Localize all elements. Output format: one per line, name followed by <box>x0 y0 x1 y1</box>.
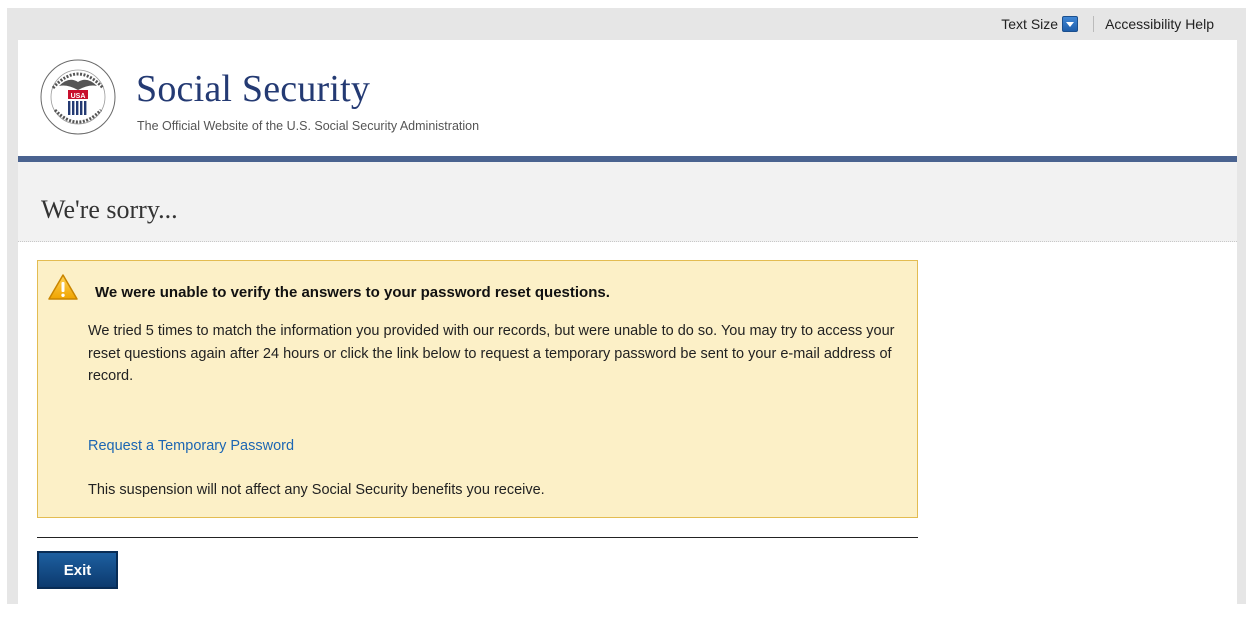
error-alert: We were unable to verify the answers to … <box>37 260 918 518</box>
text-size-control[interactable]: Text Size <box>1001 16 1079 32</box>
site-subtitle: The Official Website of the U.S. Social … <box>137 119 480 133</box>
accessibility-help-link[interactable]: Accessibility Help <box>1105 16 1214 32</box>
exit-button[interactable]: Exit <box>37 551 118 589</box>
site-title[interactable]: Social Security <box>136 67 370 111</box>
warning-icon <box>48 274 78 300</box>
chevron-down-icon[interactable] <box>1062 16 1079 32</box>
page-title-bar: We're sorry... <box>18 162 1237 242</box>
svg-text:USA: USA <box>71 93 86 100</box>
divider <box>37 537 918 538</box>
browser-frame: Text Size Accessibility Help USA Social … <box>7 8 1246 604</box>
alert-heading: We were unable to verify the answers to … <box>95 284 610 301</box>
page-title: We're sorry... <box>41 195 178 224</box>
alert-note: This suspension will not affect any Soci… <box>88 482 545 498</box>
main-panel: USA Social Security The Official Website… <box>18 40 1237 604</box>
utility-bar: Text Size Accessibility Help <box>7 8 1246 40</box>
request-temporary-password-link[interactable]: Request a Temporary Password <box>88 438 294 454</box>
utility-links: Text Size Accessibility Help <box>1001 15 1214 33</box>
alert-message: We tried 5 times to match the informatio… <box>88 323 895 384</box>
ssa-seal-icon[interactable]: USA <box>39 58 117 136</box>
site-header: USA Social Security The Official Website… <box>18 40 1237 156</box>
text-size-label: Text Size <box>1001 16 1059 32</box>
divider <box>1093 16 1095 32</box>
